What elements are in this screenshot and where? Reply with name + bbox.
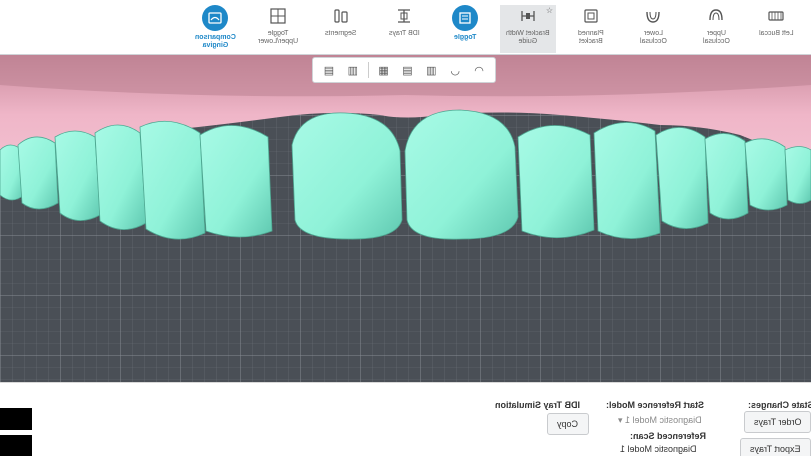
segments-icon [330,5,352,27]
toolbar-toggle[interactable]: Toggle [434,5,496,53]
toolbar-label: IDB Trays [388,30,420,37]
view-right-buccal-icon[interactable]: ▦ [375,61,393,79]
idb-tray-title: IDB Tray Simulation [495,400,581,410]
state-changes-title: State Changes: [748,400,811,410]
toolbar-left-buccal[interactable]: Left Buccal [745,5,807,53]
lower-occlusal-icon [642,5,664,27]
toolbar-label: Upper Occlusal [702,30,730,45]
tooth [17,136,59,210]
start-reference-select[interactable]: Diagnostic Model 1 ▾ [618,415,702,426]
3d-viewport[interactable] [0,55,811,382]
tooth [94,124,147,230]
tooth-central-left [404,109,519,240]
toggle-upper-lower-icon [267,5,289,27]
tooth [784,146,811,204]
upper-occlusal-icon [705,5,727,27]
divider [367,62,369,78]
left-buccal-icon [765,5,787,27]
view-tool-strip: ▤ ▥ ▦ ▤ ▥ ◡ ◠ [312,57,496,83]
toolbar-label: Bracket Width Guide [506,30,550,45]
export-trays-label: Export Trays [750,444,801,454]
idb-trays-icon [393,5,415,27]
tooth [593,122,661,239]
black-block [0,435,32,456]
star-icon: ☆ [545,6,553,15]
toolbar-toggle-upper-lower[interactable]: Toggle Upper/Lower [247,5,309,53]
referenced-scan-value: Diagnostic Model 1 [620,444,697,454]
toolbar-segments[interactable]: Segments [310,5,372,53]
toolbar-lower-occlusal[interactable]: Lower Occlusal [622,5,684,53]
toolbar-upper-occlusal[interactable]: Upper Occlusal [685,5,747,53]
tooth [517,125,595,239]
dental-model-render [0,55,811,382]
tooth [139,120,206,240]
black-block [0,408,32,430]
export-trays-button[interactable]: Export Trays [740,438,811,456]
toggle-icon [452,5,478,31]
toolbar-label: Toggle [453,34,477,41]
copy-button-label: Copy [557,419,579,429]
upper-occlusal-view-icon[interactable]: ◠ [470,61,488,79]
order-trays-label: Order Trays [753,417,802,427]
tooth [655,127,709,229]
tooth [199,125,273,238]
referenced-scan-title: Referenced Scan: [630,431,707,441]
toolbar-bracket-width-guide[interactable]: Bracket Width Guide ☆ [500,5,556,53]
view-upper-icon[interactable]: ▤ [398,61,416,79]
tooth [54,130,101,221]
tooth [704,133,749,220]
toolbar-label: Toggle Upper/Lower [257,30,299,45]
view-left-buccal-icon[interactable]: ▤ [320,61,338,79]
planned-bracket-icon [580,5,602,27]
start-reference-title: Start Reference Model: [606,400,705,410]
bracket-width-guide-icon [517,5,539,27]
tooth-central-right [291,112,403,240]
bottom-panel: IDB Tray Simulation Copy Start Reference… [0,382,811,456]
toolbar-label: Comparison Gingiva [194,34,236,49]
toolbar-planned-bracket[interactable]: Planned Bracket [560,5,622,53]
lower-occlusal-view-icon[interactable]: ◡ [446,61,464,79]
tooth [744,138,788,211]
view-lower-icon[interactable]: ▥ [422,61,440,79]
toolbar: Comparison Gingiva Toggle Upper/Lower Se… [0,0,811,55]
toolbar-label: Lower Occlusal [639,30,667,45]
order-trays-button[interactable]: Order Trays [744,411,811,433]
comparison-gingiva-icon [202,5,228,31]
view-frontal-icon[interactable]: ▥ [344,61,362,79]
toolbar-comparison-gingiva[interactable]: Comparison Gingiva [184,5,246,53]
toolbar-label: Planned Bracket [578,30,604,45]
toolbar-label: Segments [325,30,357,37]
copy-button[interactable]: Copy [547,413,589,435]
toolbar-idb-trays[interactable]: IDB Trays [373,5,435,53]
toolbar-label: Left Buccal [758,30,794,37]
start-reference-value: Diagnostic Model 1 [625,415,702,425]
